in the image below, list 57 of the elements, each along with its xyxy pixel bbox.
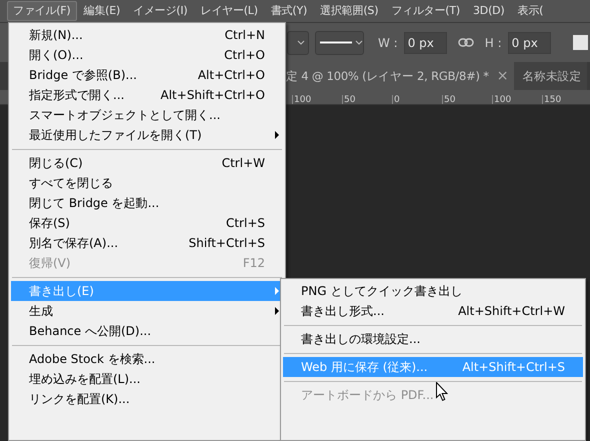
shortcut-label: Alt+Shift+Ctrl+W xyxy=(458,304,565,318)
height-label: H : xyxy=(484,36,502,50)
ruler-label: 150 xyxy=(542,95,590,104)
menu-bar-item[interactable]: 表示( xyxy=(512,1,550,21)
ruler-label: 100 xyxy=(292,95,342,104)
menu-bar-item[interactable]: 編集(E) xyxy=(78,1,126,21)
menu-bar-item[interactable]: フィルター(T) xyxy=(385,1,466,21)
width-label: W : xyxy=(378,36,398,50)
menu-bar-item[interactable]: 3D(D) xyxy=(467,1,511,21)
caret-icon xyxy=(297,40,305,45)
caret-icon xyxy=(355,40,363,45)
menu-item[interactable]: リンクを配置(K)... xyxy=(11,389,283,409)
menu-item[interactable]: 埋め込みを配置(L)... xyxy=(11,369,283,389)
ruler-label: 50 xyxy=(342,95,392,104)
shortcut-label: Alt+Shift+Ctrl+S xyxy=(462,360,565,374)
shortcut-label: Ctrl+O xyxy=(224,48,265,62)
ruler-label: 0 xyxy=(392,95,442,104)
document-tab[interactable]: 定 4 @ 100% (レイヤー 2, RGB/8#) * × xyxy=(283,62,514,90)
height-field[interactable]: 0 px xyxy=(508,32,551,54)
ruler-label: 50 xyxy=(442,95,492,104)
menu-item[interactable]: 閉じて Bridge を起動... xyxy=(11,193,283,213)
color-swatch[interactable] xyxy=(572,35,588,50)
menu-item[interactable]: 新規(N)... Ctrl+N xyxy=(11,25,283,45)
menu-item[interactable]: すべてを閉じる xyxy=(11,173,283,193)
shortcut-label: Alt+Ctrl+O xyxy=(198,68,265,82)
shortcut-label: Ctrl+S xyxy=(226,216,265,230)
menu-item[interactable]: 最近使用したファイルを開く(T) xyxy=(11,125,283,145)
menu-bar-item[interactable]: レイヤー(L) xyxy=(194,1,264,21)
menu-item[interactable]: スマートオブジェクトとして開く... xyxy=(11,105,283,125)
menu-item[interactable]: 生成 xyxy=(11,301,283,321)
menu-item[interactable]: 閉じる(C) Ctrl+W xyxy=(11,153,283,173)
menu-item[interactable]: 書き出し形式... Alt+Shift+Ctrl+W xyxy=(283,301,583,321)
menu-item[interactable]: 保存(S) Ctrl+S xyxy=(11,213,283,233)
shortcut-label: Shift+Ctrl+S xyxy=(188,236,265,250)
ruler-label: 100 xyxy=(492,95,542,104)
shortcut-label: Alt+Shift+Ctrl+O xyxy=(160,88,265,102)
menu-item[interactable]: PNG としてクイック書き出し xyxy=(283,281,583,301)
menu-bar-item[interactable]: ファイル(F) xyxy=(7,1,77,21)
shortcut-label: Ctrl+N xyxy=(224,28,265,42)
width-field[interactable]: 0 px xyxy=(404,32,447,54)
stroke-style-dropdown[interactable] xyxy=(315,30,364,54)
menu-item[interactable]: 書き出しの環境設定... xyxy=(283,329,583,349)
menu-bar-item[interactable]: 書式(Y) xyxy=(264,1,314,21)
menu-item[interactable]: 開く(O)... Ctrl+O xyxy=(11,45,283,65)
menu-item[interactable]: Bridge で参照(B)... Alt+Ctrl+O xyxy=(11,65,283,85)
shortcut-label: F12 xyxy=(242,256,265,270)
menu-bar-item[interactable]: 選択範囲(S) xyxy=(314,1,384,21)
document-tab[interactable]: 名称未設定 xyxy=(514,62,588,90)
link-icon[interactable] xyxy=(458,38,474,47)
menu-item[interactable]: Behance へ公開(D)... xyxy=(11,321,283,341)
menu-bar-item[interactable]: イメージ(I) xyxy=(127,1,194,21)
menu-item[interactable]: 別名で保存(A)... Shift+Ctrl+S xyxy=(11,233,283,253)
menu-item[interactable]: Adobe Stock を検索... xyxy=(11,349,283,369)
cursor-icon xyxy=(436,382,448,401)
shortcut-label: Ctrl+W xyxy=(222,156,265,170)
menu-item[interactable]: 指定形式で開く... Alt+Shift+Ctrl+O xyxy=(11,85,283,105)
line-icon xyxy=(320,41,352,44)
